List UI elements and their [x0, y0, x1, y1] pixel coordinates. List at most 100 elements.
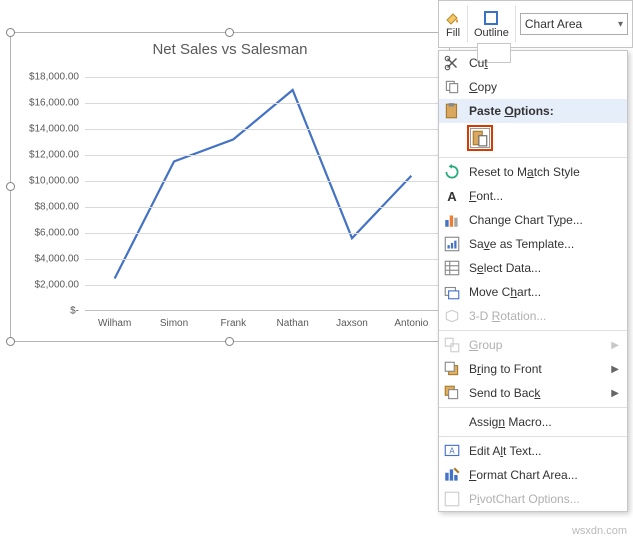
- chart-element-dropdown[interactable]: Chart Area ▾: [520, 13, 628, 35]
- resize-handle-nw[interactable]: [6, 28, 15, 37]
- clipboard-icon: [443, 102, 461, 120]
- x-tick-label: Simon: [160, 318, 188, 329]
- menu-move-chart[interactable]: Move Chart...: [439, 280, 627, 304]
- x-axis: [85, 310, 441, 311]
- paint-bucket-icon: [445, 10, 461, 26]
- chevron-down-icon: ▾: [618, 19, 623, 30]
- scissors-icon: [443, 54, 461, 72]
- menu-select-data[interactable]: Select Data...: [439, 256, 627, 280]
- copy-icon: [443, 78, 461, 96]
- menu-save-template-label: Save as Template...: [469, 237, 574, 251]
- y-tick-label: $14,000.00: [17, 124, 79, 135]
- menu-assign-macro-label: Assign Macro...: [469, 415, 552, 429]
- resize-handle-sw[interactable]: [6, 337, 15, 346]
- paste-use-destination-theme-button[interactable]: [467, 125, 493, 151]
- assign-macro-icon: [443, 413, 461, 431]
- submenu-arrow-icon: ▶: [611, 388, 619, 399]
- menu-separator: [439, 436, 627, 437]
- x-tick-label: Antonio: [394, 318, 428, 329]
- y-tick-label: $12,000.00: [17, 150, 79, 161]
- gridline: [85, 103, 441, 104]
- menu-separator: [439, 407, 627, 408]
- font-icon: A: [443, 187, 461, 205]
- menu-font[interactable]: A Font...: [439, 184, 627, 208]
- alt-text-icon: A: [443, 442, 461, 460]
- menu-save-template[interactable]: Save as Template...: [439, 232, 627, 256]
- reset-icon: [443, 163, 461, 181]
- outline-button[interactable]: Outline: [468, 1, 515, 47]
- menu-copy-label: Copy: [469, 80, 497, 94]
- x-tick-label: Wilham: [98, 318, 131, 329]
- watermark: wsxdn.com: [572, 525, 627, 537]
- menu-assign-macro[interactable]: Assign Macro...: [439, 410, 627, 434]
- pivotchart-icon: [443, 490, 461, 508]
- menu-bring-to-front[interactable]: Bring to Front ▶: [439, 357, 627, 381]
- menu-cut[interactable]: Cut: [439, 51, 627, 75]
- gridline: [85, 155, 441, 156]
- menu-font-label: Font...: [469, 189, 503, 203]
- y-tick-label: $6,000.00: [17, 228, 79, 239]
- fill-button[interactable]: Fill: [439, 1, 467, 47]
- save-template-icon: [443, 235, 461, 253]
- gridline: [85, 233, 441, 234]
- gridline: [85, 181, 441, 182]
- menu-group-label: Group: [469, 338, 502, 352]
- resize-handle-w[interactable]: [6, 182, 15, 191]
- gridline: [85, 259, 441, 260]
- menu-format-chart-area[interactable]: Format Chart Area...: [439, 463, 627, 487]
- resize-handle-s[interactable]: [225, 337, 234, 346]
- bring-front-icon: [443, 360, 461, 378]
- chart-title[interactable]: Net Sales vs Salesman: [11, 33, 449, 62]
- menu-bring-front-label: Bring to Front: [469, 362, 542, 376]
- menu-group: Group ▶: [439, 333, 627, 357]
- menu-send-back-label: Send to Back: [469, 386, 540, 400]
- menu-move-chart-label: Move Chart...: [469, 285, 541, 299]
- menu-reset-label: Reset to Match Style: [469, 165, 580, 179]
- resize-handle-n[interactable]: [225, 28, 234, 37]
- menu-select-data-label: Select Data...: [469, 261, 541, 275]
- gridline: [85, 207, 441, 208]
- menu-separator: [439, 157, 627, 158]
- group-icon: [443, 336, 461, 354]
- x-tick-label: Jaxson: [336, 318, 368, 329]
- y-tick-label: $2,000.00: [17, 280, 79, 291]
- paste-options-row: [439, 123, 627, 155]
- y-tick-label: $18,000.00: [17, 72, 79, 83]
- y-tick-label: $-: [17, 306, 79, 317]
- mini-toolbar: Fill Outline Chart Area ▾: [438, 0, 633, 48]
- submenu-arrow-icon: ▶: [611, 340, 619, 351]
- y-tick-label: $8,000.00: [17, 202, 79, 213]
- y-tick-label: $10,000.00: [17, 176, 79, 187]
- menu-edit-alt-text[interactable]: A Edit Alt Text...: [439, 439, 627, 463]
- menu-cut-label: Cut: [469, 56, 488, 70]
- chart-frame[interactable]: Net Sales vs Salesman $18,000.00$16,000.…: [10, 32, 450, 342]
- menu-alt-text-label: Edit Alt Text...: [469, 444, 542, 458]
- gridline: [85, 285, 441, 286]
- y-tick-label: $16,000.00: [17, 98, 79, 109]
- chart-element-value: Chart Area: [525, 17, 582, 31]
- menu-reset-style[interactable]: Reset to Match Style: [439, 160, 627, 184]
- gridline: [85, 129, 441, 130]
- menu-pivotchart-label: PivotChart Options...: [469, 492, 580, 506]
- menu-copy[interactable]: Copy: [439, 75, 627, 99]
- menu-change-chart-type-label: Change Chart Type...: [469, 213, 583, 227]
- format-icon: [443, 466, 461, 484]
- menu-change-chart-type[interactable]: Change Chart Type...: [439, 208, 627, 232]
- outline-label: Outline: [474, 27, 509, 39]
- cube-icon: [443, 307, 461, 325]
- menu-format-label: Format Chart Area...: [469, 468, 578, 482]
- outline-icon: [483, 10, 499, 26]
- menu-3d-rotation: 3-D Rotation...: [439, 304, 627, 328]
- select-data-icon: [443, 259, 461, 277]
- y-tick-label: $4,000.00: [17, 254, 79, 265]
- context-menu: Cut Copy Paste Options: Reset to Match S…: [438, 50, 628, 512]
- plot-area[interactable]: $18,000.00$16,000.00$14,000.00$12,000.00…: [85, 77, 441, 311]
- menu-pivotchart-options: PivotChart Options...: [439, 487, 627, 511]
- menu-paste-options-header: Paste Options:: [439, 99, 627, 123]
- send-back-icon: [443, 384, 461, 402]
- menu-send-to-back[interactable]: Send to Back ▶: [439, 381, 627, 405]
- x-tick-label: Frank: [221, 318, 247, 329]
- menu-paste-options-label: Paste Options:: [469, 104, 554, 118]
- separator: [515, 6, 516, 42]
- menu-separator: [439, 330, 627, 331]
